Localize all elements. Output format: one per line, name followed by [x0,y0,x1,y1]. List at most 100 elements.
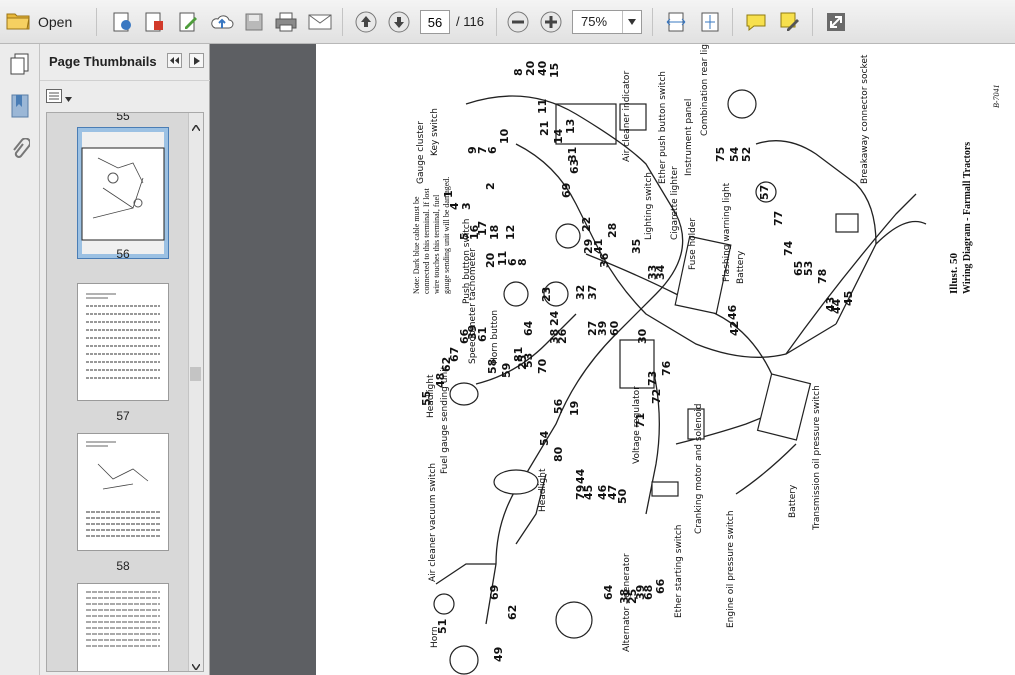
callout-number: 49 [492,646,505,662]
thumbnail-page-59[interactable] [77,583,169,671]
callout-number: 60 [608,320,621,336]
fit-width-icon[interactable] [662,8,690,36]
label-ether-starting: Ether starting switch [674,524,684,619]
callout-number: 67 [448,346,461,362]
callout-number: 51 [436,618,449,634]
thumbnail-options-button[interactable] [46,88,74,108]
label-instrument-panel: Instrument panel [684,98,694,176]
list-options-icon [46,88,62,108]
page-number-input[interactable]: 56 [420,10,450,34]
callout-number: 12 [504,224,517,240]
callout-number: 26 [556,328,569,344]
label-breakaway-socket: Breakaway connector socket [860,54,870,184]
callout-number: 55 [420,390,433,406]
callout-number: 66 [654,578,667,594]
comment-icon[interactable] [742,8,770,36]
callout-number: 15 [548,62,561,78]
diagram-subtitle: Wiring Diagram - Farmall Tractors [962,141,973,294]
create-pdf-icon[interactable] [140,8,168,36]
callout-number: 19 [568,400,581,416]
callout-number: 1 [442,190,455,198]
label-gauge-cluster: Gauge cluster [416,121,426,184]
callout-number: 69 [560,182,573,198]
callout-number: 57 [758,184,771,200]
thumbnail-label: 55 [116,112,130,123]
collapse-panel-icon[interactable] [167,53,182,68]
save-icon[interactable] [240,8,268,36]
toolbar-separator [812,8,813,36]
next-page-icon[interactable] [385,8,413,36]
label-rear-light: Combination rear light [700,44,710,136]
label-air-cleaner-vacuum: Air cleaner vacuum switch [428,462,438,582]
callout-number: 2 [484,182,497,190]
chevron-down-icon [65,89,72,107]
print-icon[interactable] [272,8,300,36]
callout-number: 80 [552,446,565,462]
label-cigarette-lighter: Cigarette lighter [670,166,680,240]
pages-icon[interactable] [6,50,34,78]
callout-number: 45 [842,290,855,306]
panel-header: Page Thumbnails [40,44,210,81]
zoom-select[interactable]: 75% [572,10,642,34]
scrollbar-thumb[interactable] [190,367,201,381]
callout-number: 73 [646,370,659,386]
bookmark-icon[interactable] [6,92,34,120]
label-engine-oil: Engine oil pressure switch [726,510,736,628]
main-toolbar: Open 56 / 116 75% [0,0,1015,44]
thumbnail-preview [86,591,160,647]
open-label: Open [38,14,73,30]
paperclip-icon[interactable] [6,136,34,164]
previous-page-icon[interactable] [352,8,380,36]
zoom-in-icon[interactable] [537,8,565,36]
callout-number: 54 [538,430,551,446]
callout-number: 30 [636,328,649,344]
label-lighting-switch: Lighting switch [644,172,654,240]
callout-number: 37 [586,284,599,300]
diagram-title: Illust. 50 [948,253,960,294]
callout-number: 6 [486,146,499,154]
chevron-up-icon[interactable] [191,118,201,136]
label-speedometer: Speedometer tachometer [468,248,478,364]
left-rail [0,44,40,675]
fit-page-icon[interactable] [696,8,724,36]
label-cranking-motor: Cranking motor and solenoid [694,403,704,534]
callout-number: 61 [476,326,489,342]
highlight-text-icon[interactable] [776,8,804,36]
label-transmission-oil: Transmission oil pressure switch [812,385,822,530]
thumbnail-list: 55 56 57 58 [46,112,204,672]
callout-number: 64 [522,320,535,336]
open-button[interactable]: Open [6,8,84,36]
thumbnail-page-57[interactable] [77,283,169,401]
toolbar-separator [342,8,343,36]
chevron-down-icon[interactable] [622,11,641,33]
callout-number: 11 [536,98,549,114]
callout-number: 69 [488,584,501,600]
callout-number: 50 [616,488,629,504]
document-view: Illust. 50 Wiring Diagram - Farmall Trac… [216,44,1015,675]
chevron-down-icon[interactable] [191,657,201,671]
zoom-value: 75% [581,14,608,29]
label-horn-button: Horn button [490,309,500,364]
thumbnail-page-58[interactable] [77,433,169,551]
thumbnail-preview [86,293,160,379]
label-ether-push-button: Ether push button switch [658,71,668,184]
thumbnail-label: 58 [116,559,130,573]
thumbnail-preview [86,441,160,537]
callout-number: 10 [498,128,511,144]
callout-number: 63 [568,158,581,174]
upload-cloud-icon[interactable] [208,8,236,36]
thumbnail-page-56[interactable] [77,127,169,259]
folder-icon [6,10,30,35]
chevron-right-icon[interactable] [189,53,204,68]
edit-pdf-icon[interactable] [174,8,202,36]
callout-number: 46 [726,304,739,320]
callout-number: 42 [728,320,741,336]
thumbnail-scrollbar[interactable] [188,113,203,671]
label-battery: Battery [788,484,798,518]
callout-number: 72 [650,388,663,404]
label-air-cleaner-indicator: Air cleaner indicator [622,70,632,162]
fullscreen-icon[interactable] [822,8,850,36]
zoom-out-icon[interactable] [504,8,532,36]
email-icon[interactable] [306,8,334,36]
document-settings-icon[interactable] [108,8,136,36]
